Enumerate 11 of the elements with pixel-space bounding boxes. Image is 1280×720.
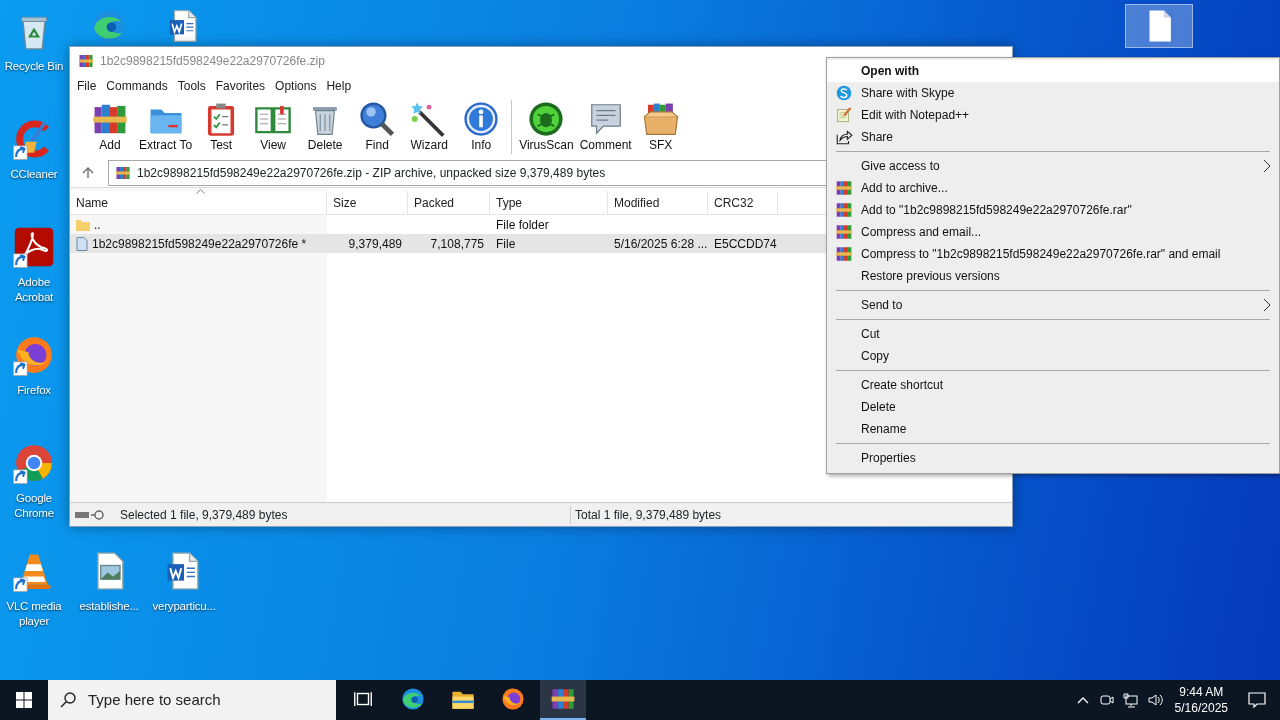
table-cell-text: 1b2c9898215fd598249e22a2970726fe * (92, 235, 307, 253)
table-cell-text: File folder (496, 216, 549, 234)
status-text: Total 1 file, 9,379,489 bytes (570, 505, 722, 524)
table-cell-text: 7,108,775 (430, 235, 484, 253)
table-cell-text: 9,379,489 (348, 235, 402, 253)
window-title: 1b2c9898215fd598249e22a2970726fe.zip (100, 53, 325, 70)
table-cell-text: .. (94, 216, 101, 234)
table-cell-text: E5CCDD74 (714, 235, 777, 253)
table-cell-text: File (496, 235, 516, 253)
status-text: Selected 1 file, 9,379,489 bytes (120, 506, 289, 524)
table-cell-text: 5/16/2025 6:28 ... (614, 235, 708, 253)
